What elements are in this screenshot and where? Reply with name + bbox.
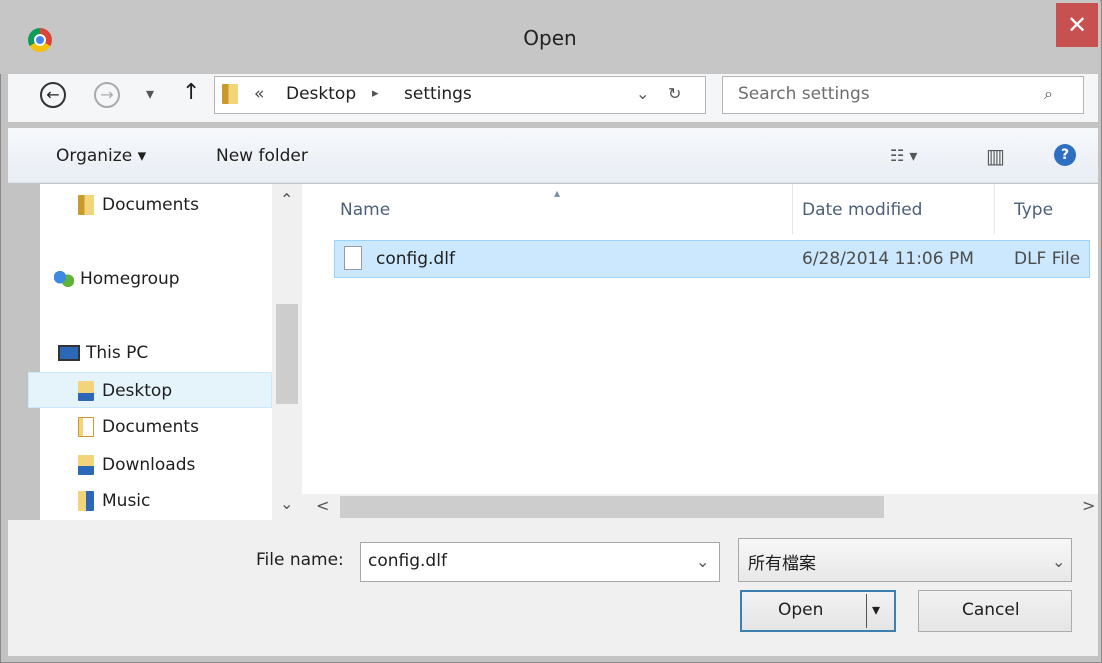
sidebar-item-desktop[interactable]: Desktop	[78, 374, 172, 408]
sidebar-item-homegroup[interactable]: Homegroup	[54, 262, 180, 296]
sidebar-item-label: This PC	[86, 343, 149, 363]
forward-icon[interactable]: →	[94, 82, 120, 108]
open-options-dropdown-icon[interactable]: ▾	[872, 600, 880, 619]
window-title: Open	[523, 26, 577, 50]
file-type-dropdown-icon[interactable]: ⌄	[1052, 552, 1065, 571]
file-name-dropdown-icon[interactable]: ⌄	[696, 552, 709, 571]
sidebar-item-label: Documents	[102, 417, 199, 437]
column-header-date-modified[interactable]: Date modified	[802, 200, 922, 220]
sidebar-item-label: Music	[102, 491, 151, 511]
sidebar-item-label: Documents	[102, 195, 199, 215]
breadcrumb-desktop[interactable]: Desktop	[286, 84, 356, 104]
file-name: config.dlf	[376, 249, 455, 269]
folder-icon	[222, 84, 246, 104]
sidebar-item-label: Downloads	[102, 455, 196, 475]
search-placeholder: Search settings	[738, 84, 870, 104]
refresh-icon[interactable]: ↻	[668, 84, 681, 103]
new-folder-button[interactable]: New folder	[216, 146, 308, 166]
scroll-down-icon[interactable]: ⌄	[280, 494, 293, 513]
preview-pane-icon[interactable]: ▥	[986, 144, 1005, 168]
column-header-name[interactable]: Name	[340, 200, 390, 220]
file-name-label: File name:	[256, 550, 344, 570]
file-type-value: 所有檔案	[748, 554, 816, 574]
sidebar-item-documents-quick[interactable]: Documents	[78, 188, 199, 222]
homegroup-icon	[54, 270, 74, 288]
breadcrumb-settings[interactable]: settings	[404, 84, 472, 104]
search-icon[interactable]: ⌕	[1044, 84, 1053, 104]
folder-icon	[78, 195, 94, 215]
documents-folder-icon	[78, 417, 94, 437]
downloads-folder-icon	[78, 455, 94, 475]
desktop-folder-icon	[78, 381, 94, 401]
music-folder-icon	[78, 491, 94, 511]
up-icon[interactable]: ↑	[182, 80, 200, 105]
computer-icon	[58, 345, 80, 361]
file-type: DLF File	[1014, 249, 1081, 269]
sidebar-scroll-thumb[interactable]	[276, 304, 298, 404]
help-icon[interactable]: ?	[1054, 144, 1076, 166]
column-header-type[interactable]: Type	[1014, 200, 1053, 220]
command-bar	[8, 128, 1098, 183]
column-divider	[994, 184, 995, 234]
back-icon[interactable]: ←	[40, 82, 66, 108]
horizontal-scroll-thumb[interactable]	[340, 496, 884, 518]
sidebar-item-downloads[interactable]: Downloads	[78, 448, 195, 482]
recent-locations-icon[interactable]: ▾	[146, 84, 154, 103]
file-name-value: config.dlf	[368, 551, 447, 571]
sidebar-item-documents[interactable]: Documents	[78, 410, 199, 444]
sidebar-item-label: Desktop	[102, 381, 173, 401]
sidebar-item-this-pc[interactable]: This PC	[58, 336, 148, 370]
open-button-label: Open	[778, 600, 824, 620]
file-icon	[344, 246, 362, 270]
scroll-up-icon[interactable]: ⌃	[280, 190, 293, 209]
close-button[interactable]: ✕	[1056, 3, 1098, 47]
sidebar-item-music[interactable]: Music	[78, 484, 150, 518]
sidebar-item-label: Homegroup	[80, 269, 180, 289]
scroll-right-icon[interactable]: >	[1082, 496, 1095, 515]
organize-button[interactable]: Organize ▾	[56, 146, 146, 166]
address-dropdown-icon[interactable]: ⌄	[636, 84, 649, 103]
split-divider	[866, 594, 867, 628]
breadcrumb-separator[interactable]: ▸	[372, 86, 379, 101]
column-divider	[792, 184, 793, 234]
cancel-button-label: Cancel	[962, 600, 1020, 620]
change-view-icon[interactable]: ☷ ▾	[890, 146, 917, 165]
breadcrumb-overflow[interactable]: «	[254, 84, 264, 104]
sort-ascending-icon: ▴	[554, 186, 561, 200]
file-list	[302, 184, 1098, 494]
scroll-left-icon[interactable]: <	[316, 496, 329, 515]
file-date: 6/28/2014 11:06 PM	[802, 249, 974, 269]
